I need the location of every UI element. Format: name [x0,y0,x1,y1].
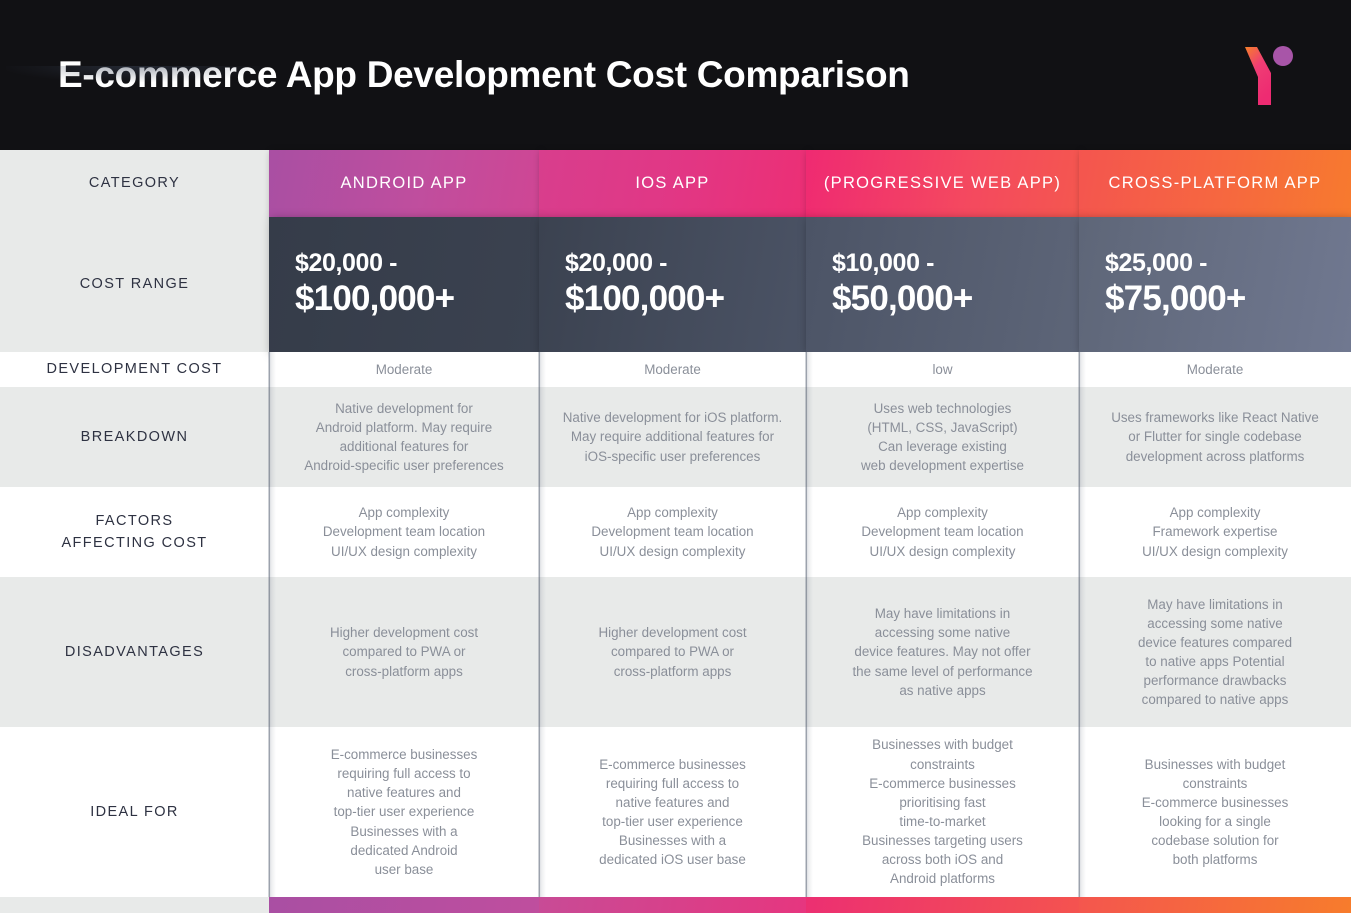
factors-cross-platform: App complexity Framework expertise UI/UX… [1078,487,1351,577]
disadvantages-android: Higher development cost compared to PWA … [268,577,539,727]
row-label-factors-affecting-cost: FACTORS AFFECTING COST [0,487,269,577]
column-header-android: ANDROID APP [269,150,539,217]
cost-range-cross-platform: $25,000 - $75,000+ [1079,217,1351,352]
y-logo [1237,39,1307,111]
comparison-table: CATEGORY ANDROID APP IOS APP (PROGRESSIV… [0,150,1351,913]
cost-range-pwa-min: $10,000 - [832,249,935,278]
footer-strip-cross-platform [1079,897,1351,913]
footer-strip-category [0,897,269,913]
disadvantages-pwa: May have limitations in accessing some n… [805,577,1079,727]
cost-comparison-infographic: E-commerce App Development Cost Comparis… [0,0,1351,913]
development-cost-cross-platform: Moderate [1078,352,1351,387]
development-cost-android: Moderate [268,352,539,387]
row-label-development-cost: DEVELOPMENT COST [0,352,269,387]
cost-range-ios: $20,000 - $100,000+ [539,217,806,352]
cost-range-android-min: $20,000 - [295,249,398,278]
ideal-for-cross-platform: Businesses with budget constraints E-com… [1078,727,1351,897]
breakdown-android: Native development for Android platform.… [268,387,539,487]
cost-range-ios-min: $20,000 - [565,249,668,278]
breakdown-ios: Native development for iOS platform. May… [538,387,806,487]
row-label-disadvantages: DISADVANTAGES [0,577,269,727]
cost-range-android-max: $100,000+ [295,279,455,319]
cost-range-android: $20,000 - $100,000+ [269,217,539,352]
cost-range-cross-platform-min: $25,000 - [1105,249,1208,278]
disadvantages-ios: Higher development cost compared to PWA … [538,577,806,727]
row-label-breakdown: BREAKDOWN [0,387,269,487]
row-label-cost-range: COST RANGE [0,217,269,352]
factors-android: App complexity Development team location… [268,487,539,577]
breakdown-pwa: Uses web technologies (HTML, CSS, JavaSc… [805,387,1079,487]
y-logo-icon [1245,46,1293,105]
factors-pwa: App complexity Development team location… [805,487,1079,577]
cost-range-pwa: $10,000 - $50,000+ [806,217,1079,352]
factors-ios: App complexity Development team location… [538,487,806,577]
cost-range-cross-platform-max: $75,000+ [1105,279,1246,319]
footer-strip-pwa [806,897,1079,913]
cost-range-pwa-max: $50,000+ [832,279,973,319]
ideal-for-pwa: Businesses with budget constraints E-com… [805,727,1079,897]
column-header-pwa: (PROGRESSIVE WEB APP) [806,150,1079,217]
ideal-for-android: E-commerce businesses requiring full acc… [268,727,539,897]
development-cost-pwa: low [805,352,1079,387]
breakdown-cross-platform: Uses frameworks like React Native or Flu… [1078,387,1351,487]
column-header-cross-platform: CROSS-PLATFORM APP [1079,150,1351,217]
column-header-ios: IOS APP [539,150,806,217]
disadvantages-cross-platform: May have limitations in accessing some n… [1078,577,1351,727]
cost-range-ios-max: $100,000+ [565,279,725,319]
development-cost-ios: Moderate [538,352,806,387]
column-header-category: CATEGORY [0,150,269,217]
page-title: E-commerce App Development Cost Comparis… [58,54,910,95]
footer-strip-android [269,897,539,913]
footer-strip-ios [539,897,806,913]
ideal-for-ios: E-commerce businesses requiring full acc… [538,727,806,897]
row-label-ideal-for: IDEAL FOR [0,727,269,897]
header-banner: E-commerce App Development Cost Comparis… [0,0,1351,150]
